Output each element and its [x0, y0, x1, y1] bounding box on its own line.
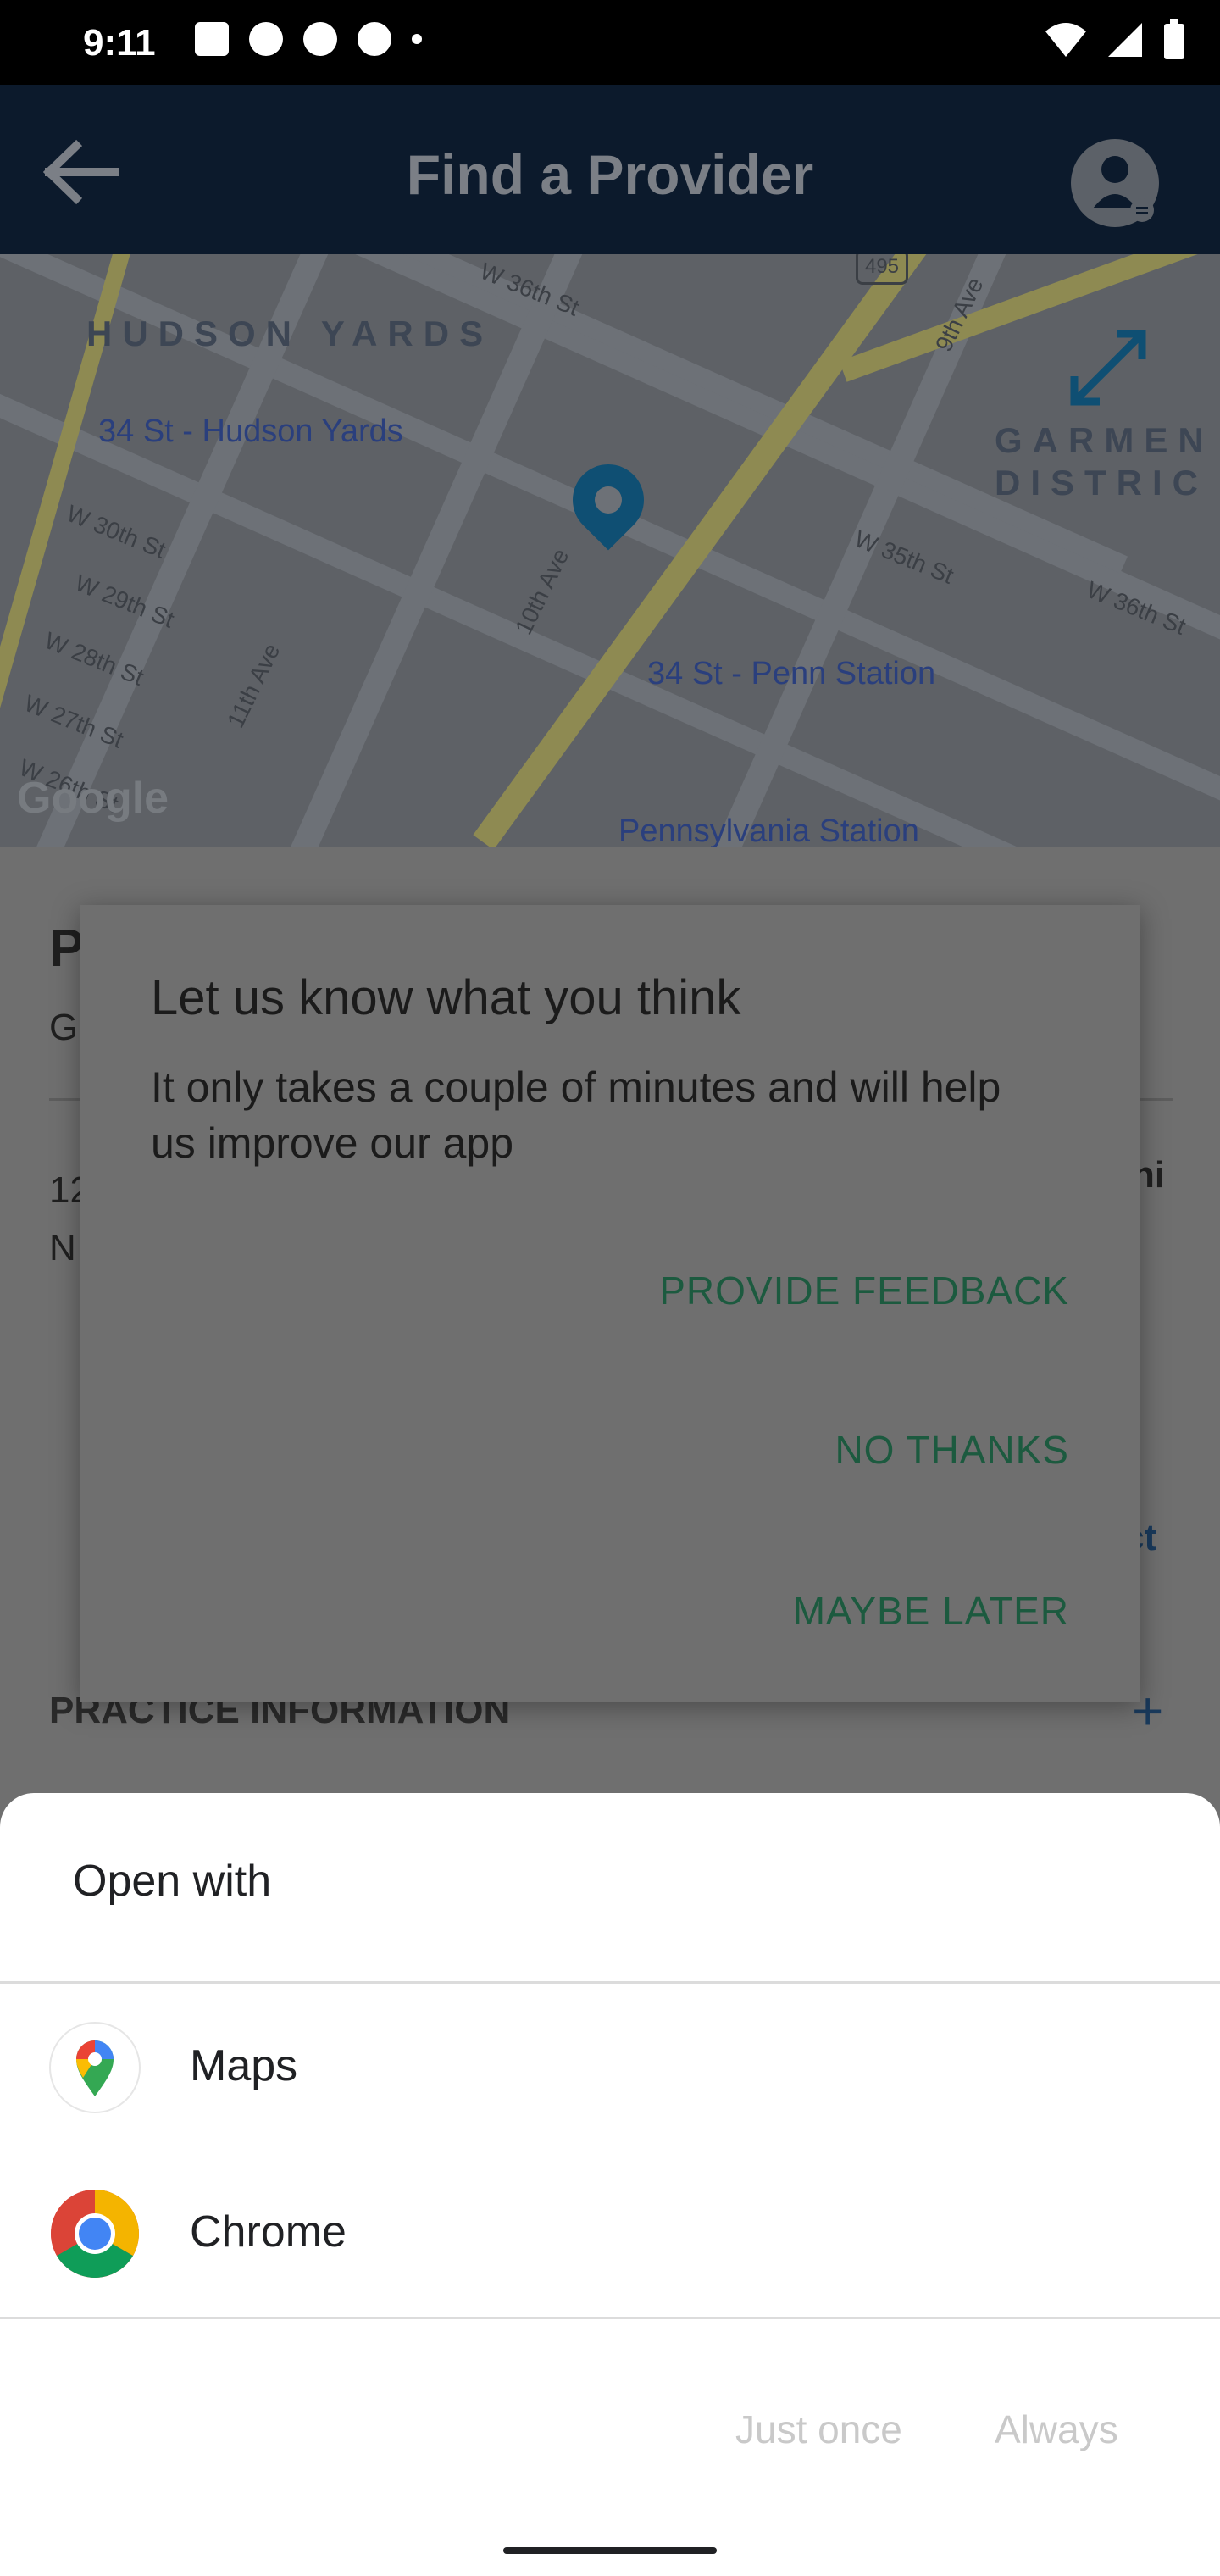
google-maps-pin-icon: [76, 2040, 114, 2096]
chrome-icon: [51, 2190, 139, 2278]
map-label-station: Pennsylvania Station: [618, 813, 919, 847]
just-once-button[interactable]: Just once: [735, 2407, 902, 2452]
street-label: W 30th St: [63, 500, 169, 564]
chrome-logo-icon: [51, 2190, 139, 2278]
app-option-maps[interactable]: Maps: [0, 1985, 1220, 2151]
status-bar: 9:11: [0, 0, 1220, 85]
page-title: Find a Provider: [406, 143, 814, 206]
app-toolbar: Find a Provider: [0, 85, 1220, 254]
gesture-nav-bar[interactable]: [503, 2547, 717, 2554]
app-option-label: Chrome: [190, 2207, 347, 2257]
street-label: 10th Ave: [510, 544, 574, 639]
no-thanks-button[interactable]: NO THANKS: [835, 1427, 1069, 1473]
more-notifications-dot-icon: [412, 34, 422, 44]
google-maps-icon: [51, 2024, 139, 2112]
news-notification-icon: [195, 22, 229, 56]
provider-specialty-partial: G: [49, 1007, 79, 1048]
open-with-sheet: Open with Maps Chrome Just once Always: [0, 1793, 1220, 2576]
system-icons: [1044, 19, 1186, 61]
address-line-partial: N: [49, 1227, 76, 1269]
feedback-dialog: Let us know what you think It only takes…: [80, 905, 1140, 1702]
map-label-station: 34 St - Hudson Yards: [98, 414, 403, 449]
cell-signal-icon: [1108, 23, 1142, 57]
divider: [0, 1981, 1220, 1984]
profile-avatar-button[interactable]: [1071, 139, 1159, 227]
street-label: 11th Ave: [222, 639, 286, 732]
notification-icons: [195, 22, 422, 56]
app-option-label: Maps: [190, 2041, 298, 2090]
dialog-message: It only takes a couple of minutes and wi…: [151, 1063, 1001, 1167]
app-notification-icon: [249, 22, 283, 56]
map-label-hudson-yards: HUDSON YARDS: [86, 314, 494, 353]
map-label-district: GARMEN: [995, 420, 1214, 460]
dialog-title: Let us know what you think: [151, 970, 741, 1025]
map-label-district: DISTRIC: [995, 463, 1208, 502]
map-label-station: 34 St - Penn Station: [647, 656, 936, 691]
status-time: 9:11: [83, 22, 156, 64]
sheet-heading: Open with: [73, 1857, 272, 1906]
wifi-icon: [1045, 23, 1086, 57]
divider: [0, 2317, 1220, 2319]
app-notification-icon-3: [358, 22, 391, 56]
battery-icon: [1164, 19, 1184, 59]
map-view[interactable]: HUDSON YARDS 34 St - Hudson Yards 34 St …: [0, 254, 1220, 847]
app-option-chrome[interactable]: Chrome: [0, 2151, 1220, 2317]
maybe-later-button[interactable]: MAYBE LATER: [793, 1588, 1069, 1634]
provide-feedback-button[interactable]: PROVIDE FEEDBACK: [659, 1268, 1069, 1313]
expand-map-icon[interactable]: [1066, 325, 1151, 410]
google-logo: Google: [17, 774, 169, 823]
always-button[interactable]: Always: [995, 2407, 1118, 2452]
route-shield: 495: [856, 254, 908, 285]
app-notification-icon-2: [303, 22, 337, 56]
person-icon: [1093, 156, 1154, 222]
